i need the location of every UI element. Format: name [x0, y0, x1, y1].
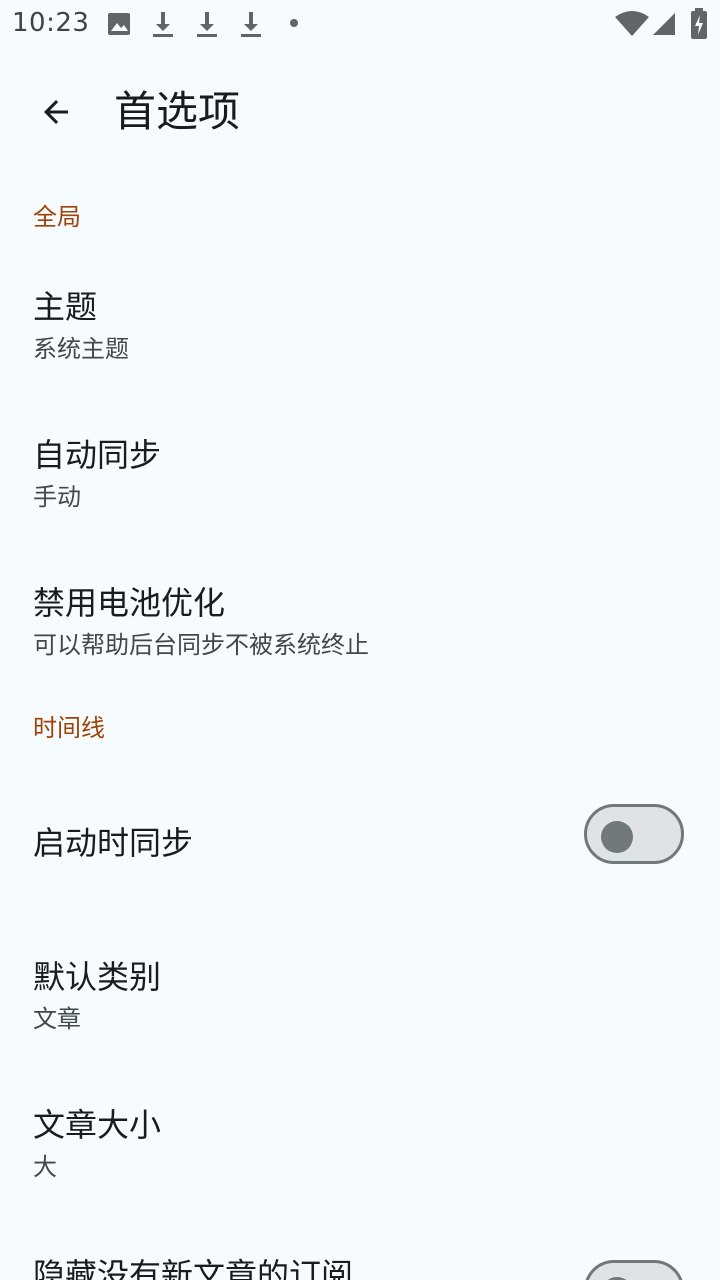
download-icon — [197, 12, 217, 37]
pref-title: 自动同步 — [33, 436, 162, 474]
pref-title: 文章大小 — [33, 1106, 162, 1144]
page-title: 首选项 — [114, 87, 241, 136]
top-app-bar: 首选项 — [0, 60, 720, 164]
status-bar: 10:23 — [0, 0, 720, 48]
pref-summary: 可以帮助后台同步不被系统终止 — [33, 631, 369, 659]
notification-dot-icon — [290, 19, 298, 27]
download-icon — [241, 12, 261, 37]
pref-theme[interactable]: 主题 系统主题 — [0, 262, 720, 388]
pref-summary: 系统主题 — [33, 335, 129, 363]
pref-default-category[interactable]: 默认类别 文章 — [0, 932, 720, 1058]
switch-thumb — [601, 821, 633, 853]
section-header-global: 全局 — [33, 203, 81, 231]
section-header-timeline: 时间线 — [33, 714, 105, 742]
pref-disable-battery-optimization[interactable]: 禁用电池优化 可以帮助后台同步不被系统终止 — [0, 558, 720, 684]
pref-title: 默认类别 — [33, 958, 162, 996]
hide-empty-feeds-switch[interactable] — [584, 1260, 684, 1280]
download-icon — [153, 12, 173, 37]
pref-title: 主题 — [33, 288, 98, 326]
status-time: 10:23 — [12, 8, 90, 38]
preferences-screen: 10:23 首选项 全局 主题 系统主题 自动同步 手动 禁用电池优化 可以帮助… — [0, 0, 720, 1280]
back-button[interactable] — [24, 84, 88, 140]
image-icon — [108, 13, 130, 35]
pref-article-size[interactable]: 文章大小 大 — [0, 1080, 720, 1206]
pref-title: 启动时同步 — [33, 824, 194, 862]
pref-title: 隐藏没有新文章的订阅 — [33, 1256, 354, 1280]
sync-on-start-switch[interactable] — [584, 804, 684, 864]
pref-hide-empty-feeds[interactable]: 隐藏没有新文章的订阅 — [0, 1228, 720, 1280]
pref-summary: 文章 — [33, 1005, 81, 1033]
cellular-signal-icon — [653, 13, 675, 35]
pref-summary: 手动 — [33, 483, 81, 511]
pref-title: 禁用电池优化 — [33, 584, 226, 622]
arrow-back-icon — [44, 100, 68, 124]
wifi-icon — [615, 11, 649, 36]
pref-auto-sync[interactable]: 自动同步 手动 — [0, 410, 720, 536]
battery-charging-icon — [691, 8, 707, 39]
pref-sync-on-start[interactable]: 启动时同步 — [0, 770, 720, 902]
pref-summary: 大 — [33, 1153, 57, 1181]
